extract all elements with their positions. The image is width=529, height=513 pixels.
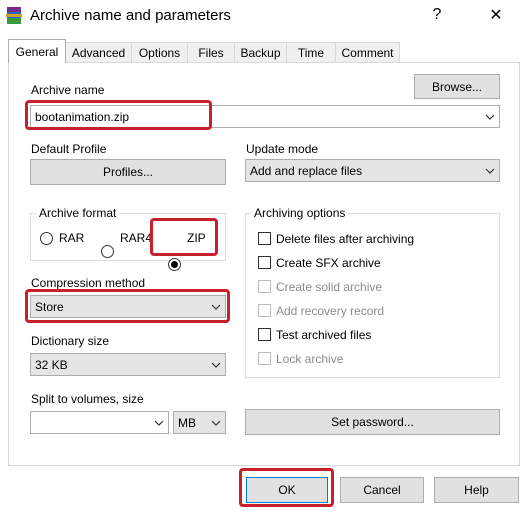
- browse-button[interactable]: Browse...: [414, 74, 500, 99]
- update-mode-label: Update mode: [246, 142, 319, 156]
- tab-backup[interactable]: Backup: [234, 42, 287, 62]
- dictionary-size-label: Dictionary size: [31, 334, 110, 348]
- lock-archive-label: Lock archive: [276, 352, 344, 366]
- tab-options[interactable]: Options: [131, 42, 188, 62]
- test-archived-label: Test archived files: [276, 328, 372, 342]
- add-recovery-checkbox[interactable]: [258, 304, 271, 317]
- dictionary-size-value: 32 KB: [35, 357, 68, 372]
- tab-files[interactable]: Files: [187, 42, 235, 62]
- tab-comment[interactable]: Comment: [335, 42, 400, 62]
- split-unit-select[interactable]: MB: [173, 411, 226, 434]
- test-archived-checkbox[interactable]: [258, 328, 271, 341]
- update-mode-value: Add and replace files: [250, 163, 363, 178]
- chevron-down-icon: [485, 168, 495, 174]
- archive-name-highlight: [25, 100, 212, 130]
- tab-time[interactable]: Time: [286, 42, 336, 62]
- rar-radio[interactable]: [40, 232, 53, 245]
- split-volumes-label: Split to volumes, size: [31, 392, 144, 406]
- archiving-options-label: Archiving options: [251, 206, 349, 220]
- tab-advanced[interactable]: Advanced: [65, 42, 132, 62]
- compression-method-label: Compression method: [31, 276, 146, 290]
- split-unit-value: MB: [178, 415, 196, 430]
- chevron-down-icon: [154, 420, 164, 426]
- add-recovery-label: Add recovery record: [276, 304, 385, 318]
- archive-name-label: Archive name: [31, 83, 105, 97]
- create-solid-checkbox[interactable]: [258, 280, 271, 293]
- chevron-down-icon: [211, 420, 221, 426]
- create-sfx-checkbox[interactable]: [258, 256, 271, 269]
- compression-method-highlight: [25, 289, 230, 323]
- set-password-button[interactable]: Set password...: [245, 409, 500, 435]
- help-icon[interactable]: ?: [415, 0, 459, 30]
- delete-files-label: Delete files after archiving: [276, 232, 415, 246]
- split-volumes-combobox[interactable]: [30, 411, 169, 434]
- rar4-radio-label: RAR4: [120, 231, 153, 245]
- archive-format-label: Archive format: [36, 206, 120, 220]
- dictionary-size-select[interactable]: 32 KB: [30, 353, 226, 376]
- close-icon[interactable]: ✕: [474, 0, 518, 30]
- zip-highlight: [150, 218, 218, 256]
- chevron-down-icon: [211, 362, 221, 368]
- title-bar: Archive name and parameters ? ✕: [0, 0, 529, 32]
- cancel-button[interactable]: Cancel: [340, 477, 424, 503]
- ok-highlight: [239, 468, 334, 507]
- rar4-radio[interactable]: [101, 245, 114, 258]
- window-title: Archive name and parameters: [30, 7, 231, 24]
- chevron-down-icon: [485, 114, 495, 120]
- help-button[interactable]: Help: [434, 477, 519, 503]
- create-solid-label: Create solid archive: [276, 280, 383, 294]
- create-sfx-label: Create SFX archive: [276, 256, 381, 270]
- winrar-app-icon: [6, 7, 22, 24]
- profiles-button[interactable]: Profiles...: [30, 159, 226, 185]
- update-mode-select[interactable]: Add and replace files: [245, 159, 500, 182]
- lock-archive-checkbox[interactable]: [258, 352, 271, 365]
- tab-general[interactable]: General: [8, 39, 66, 63]
- rar-radio-label: RAR: [59, 231, 85, 245]
- zip-radio[interactable]: [168, 258, 181, 271]
- default-profile-label: Default Profile: [31, 142, 107, 156]
- delete-files-checkbox[interactable]: [258, 232, 271, 245]
